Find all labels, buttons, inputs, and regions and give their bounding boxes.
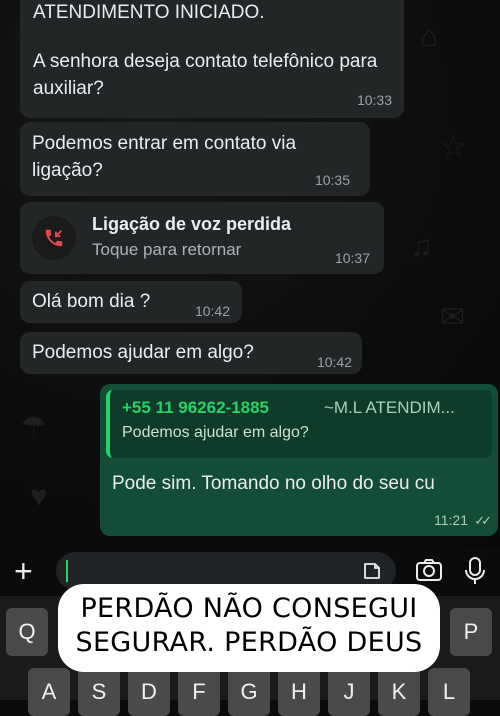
message-time: 10:42 [316, 354, 352, 370]
message-text: Pode sim. Tomando no olho do seu cu [112, 473, 435, 494]
read-receipt-icon: ✓✓ [474, 513, 492, 528]
key-p[interactable]: P [450, 608, 492, 656]
text-cursor [66, 560, 68, 582]
plus-icon[interactable]: + [14, 554, 33, 588]
key-a[interactable]: A [28, 668, 70, 716]
message-bubble-outgoing[interactable]: +55 11 96262-1885 ~M.L ATENDIM... Podemo… [100, 384, 498, 536]
call-title: Ligação de voz perdida [92, 214, 292, 234]
chat-area: ⌂ ☆ ♫ ✉ ☂ ♥ ATENDIMENTO INICIADO. A senh… [0, 0, 500, 548]
quote-sender-name: ~M.L ATENDIM... [324, 398, 455, 417]
call-subtitle: Toque para retornar [92, 240, 242, 259]
message-time: 10:33 [356, 92, 392, 108]
quoted-message[interactable]: +55 11 96262-1885 ~M.L ATENDIM... Podemo… [106, 390, 492, 458]
message-bubble-incoming[interactable]: Podemos ajudar em algo? 10:42 [20, 332, 362, 374]
key-g[interactable]: G [228, 668, 270, 716]
key-l[interactable]: L [428, 668, 470, 716]
message-text: Olá bom dia ? [32, 291, 151, 312]
message-bubble-incoming[interactable]: Podemos entrar em contato via ligação? 1… [20, 122, 370, 196]
message-time: 10:35 [314, 172, 350, 188]
message-time: 10:37 [334, 250, 370, 266]
key-k[interactable]: K [378, 668, 420, 716]
quote-sender: +55 11 96262-1885 [122, 398, 270, 417]
message-text: Podemos entrar em contato via ligação? [32, 133, 297, 181]
message-text: Podemos ajudar em algo? [32, 342, 254, 363]
key-s[interactable]: S [78, 668, 120, 716]
camera-icon[interactable] [415, 558, 443, 587]
quote-text: Podemos ajudar em algo? [122, 424, 309, 441]
message-text: ATENDIMENTO INICIADO. [33, 2, 265, 23]
story-caption: PERDÃO NÃO CONSEGUI SEGURAR. PERDÃO DEUS [58, 584, 440, 672]
key-j[interactable]: J [328, 668, 370, 716]
key-h[interactable]: H [278, 668, 320, 716]
message-bubble-incoming[interactable]: Olá bom dia ? 10:42 [20, 281, 242, 323]
key-d[interactable]: D [128, 668, 170, 716]
key-q[interactable]: Q [6, 608, 48, 656]
key-f[interactable]: F [178, 668, 220, 716]
missed-call-bubble[interactable]: Ligação de voz perdida Toque para retorn… [20, 202, 384, 274]
missed-call-icon [32, 216, 76, 260]
sticker-icon[interactable] [362, 561, 382, 586]
message-time: 10:42 [194, 303, 230, 319]
message-text: A senhora deseja contato telefônico para… [33, 51, 378, 99]
microphone-icon[interactable] [464, 556, 486, 591]
message-bubble-incoming[interactable]: ATENDIMENTO INICIADO. A senhora deseja c… [20, 0, 404, 118]
message-time: 11:21 [434, 512, 468, 528]
